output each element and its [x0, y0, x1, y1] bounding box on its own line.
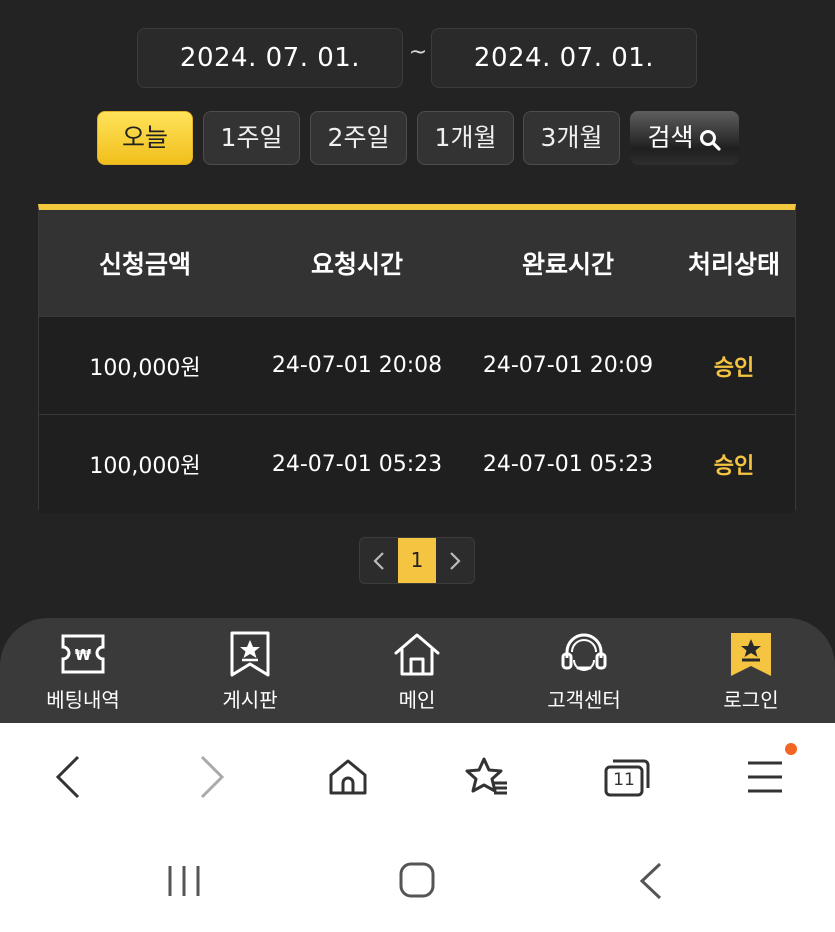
nav-customer-center[interactable]: 고객센터 [514, 618, 654, 723]
forward-arrow-icon[interactable] [196, 754, 226, 800]
prev-page-button[interactable] [360, 538, 398, 583]
login-bookmark-icon [731, 633, 771, 676]
home-icon [394, 633, 440, 676]
cell-status: 승인 [713, 454, 755, 479]
back-arrow-icon[interactable] [54, 754, 84, 800]
header-request-time: 요청시간 [310, 250, 403, 279]
cell-request-time: 24-07-01 20:08 [271, 353, 443, 378]
date-separator: ~ [408, 40, 428, 65]
nav-board[interactable]: 게시판 [180, 618, 320, 723]
table-row: 100,000원 24-07-01 20:08 24-07-01 20:09 승… [39, 317, 795, 415]
bookmarks-icon[interactable] [464, 756, 510, 798]
pagination: 1 [359, 537, 475, 584]
board-bookmark-icon [230, 631, 270, 677]
svg-text:₩: ₩ [75, 646, 92, 664]
history-table: 신청금액 요청시간 완료시간 처리상태 100,000원 24-07-01 20… [38, 204, 796, 513]
cell-status: 승인 [713, 355, 755, 381]
header-complete-time: 완료시간 [521, 250, 614, 279]
nav-main[interactable]: 메인 [347, 618, 487, 723]
header-status: 처리상태 [687, 250, 780, 279]
nav-label: 로그인 [723, 688, 779, 712]
search-icon [699, 130, 721, 151]
nav-label: 고객센터 [547, 688, 621, 712]
menu-icon[interactable] [746, 759, 784, 795]
nav-label: 메인 [398, 688, 436, 712]
tab-count: 11 [613, 770, 635, 790]
tabs-button[interactable]: 11 [604, 757, 650, 797]
start-date-input[interactable]: 2024. 07. 01. [137, 28, 403, 88]
headset-icon [561, 633, 607, 671]
chevron-right-icon [450, 551, 461, 570]
bottom-nav: ₩ 베팅내역 게시판 메인 고객센터 로그인 [0, 618, 835, 723]
nav-betting-history[interactable]: ₩ 베팅내역 [13, 618, 153, 723]
header-amount: 신청금액 [98, 250, 191, 279]
table-header: 신청금액 요청시간 완료시간 처리상태 [39, 210, 795, 317]
system-back-icon[interactable] [638, 861, 664, 901]
table-row: 100,000원 24-07-01 05:23 24-07-01 05:23 승… [39, 415, 795, 513]
cell-amount: 100,000원 [89, 355, 201, 381]
nav-label: 게시판 [222, 688, 278, 712]
search-button-label: 검색 [647, 123, 694, 152]
recent-apps-icon[interactable] [166, 864, 202, 898]
filter-2-week-button[interactable]: 2주일 [310, 111, 407, 165]
nav-label: 베팅내역 [46, 688, 120, 712]
nav-login[interactable]: 로그인 [681, 618, 821, 723]
page-1-button[interactable]: 1 [398, 538, 436, 583]
search-button[interactable]: 검색 [630, 111, 739, 165]
notification-dot [785, 743, 797, 755]
cell-complete-time: 24-07-01 05:23 [482, 451, 654, 477]
filter-3-month-button[interactable]: 3개월 [523, 111, 620, 165]
app-screen: 2024. 07. 01. ~ 2024. 07. 01. 오늘 1주일 2주일… [0, 0, 835, 723]
filter-1-week-button[interactable]: 1주일 [203, 111, 300, 165]
home-square-icon[interactable] [398, 861, 436, 899]
next-page-button[interactable] [436, 538, 474, 583]
home-icon[interactable] [328, 757, 368, 797]
filter-1-month-button[interactable]: 1개월 [417, 111, 514, 165]
cell-complete-time: 24-07-01 20:09 [482, 353, 654, 378]
betting-ticket-icon: ₩ [61, 634, 105, 674]
end-date-input[interactable]: 2024. 07. 01. [431, 28, 697, 88]
filter-today-button[interactable]: 오늘 [97, 111, 193, 165]
chevron-left-icon [373, 551, 384, 570]
browser-toolbar: 11 [0, 723, 835, 932]
cell-amount: 100,000원 [89, 454, 201, 479]
cell-request-time: 24-07-01 05:23 [271, 451, 443, 477]
